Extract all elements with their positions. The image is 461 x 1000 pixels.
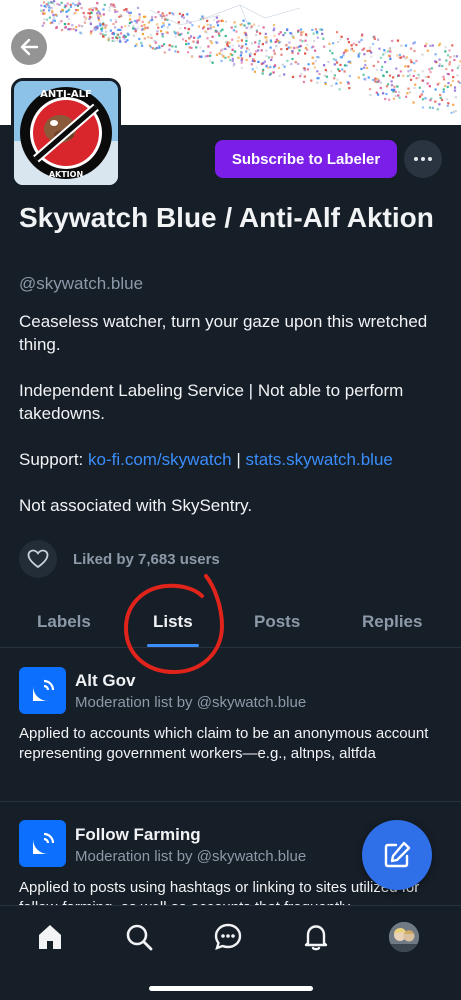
list-icon xyxy=(19,667,66,714)
display-name: Skywatch Blue / Anti-Alf Aktion xyxy=(19,202,434,233)
heart-icon xyxy=(27,549,49,569)
user-photo xyxy=(389,922,419,952)
tab-replies[interactable]: Replies xyxy=(362,612,422,632)
satellite-dish-icon xyxy=(32,832,54,854)
back-button[interactable] xyxy=(11,29,47,65)
compose-button[interactable] xyxy=(362,820,432,890)
home-indicator xyxy=(149,986,313,991)
bottom-navigation xyxy=(0,905,461,1000)
stats-link[interactable]: stats.skywatch.blue xyxy=(245,450,392,469)
tab-labels[interactable]: Labels xyxy=(37,612,91,632)
list-item[interactable]: Alt Gov Moderation list by @skywatch.blu… xyxy=(0,650,461,802)
avatar-text-bottom: AKTION xyxy=(49,170,83,179)
profile-handle: @skywatch.blue xyxy=(19,274,144,293)
like-button[interactable] xyxy=(19,540,57,578)
list-subtitle: Moderation list by @skywatch.blue xyxy=(75,694,307,711)
list-subtitle: Moderation list by @skywatch.blue xyxy=(75,848,307,865)
list-icon xyxy=(19,820,66,867)
avatar-text-top: ANTI-ALF xyxy=(40,89,92,100)
nav-chat[interactable] xyxy=(211,920,245,954)
list-description: Applied to accounts which claim to be an… xyxy=(19,725,429,762)
bell-icon xyxy=(304,925,328,951)
compose-icon xyxy=(384,841,411,868)
list-title: Alt Gov xyxy=(75,671,136,690)
nav-search[interactable] xyxy=(122,920,156,954)
profile-avatar: ANTI-ALF AKTION xyxy=(11,78,121,188)
ellipsis-icon xyxy=(414,157,432,161)
profile-bio: Ceaseless watcher, turn your gaze upon t… xyxy=(19,310,449,540)
profile-avatar-small xyxy=(389,922,419,952)
profile-tabs: Labels Lists Posts Replies xyxy=(0,600,461,648)
back-arrow-icon xyxy=(20,38,39,56)
anti-alf-logo: ANTI-ALF AKTION xyxy=(14,81,118,185)
search-icon xyxy=(126,924,153,951)
nav-profile[interactable] xyxy=(387,920,421,954)
satellite-dish-icon xyxy=(32,679,54,701)
support-label: Support: xyxy=(19,450,88,469)
nav-notifications[interactable] xyxy=(299,920,333,954)
list-title: Follow Farming xyxy=(75,825,201,844)
more-options-button[interactable] xyxy=(404,140,442,178)
bio-support-line: Support: ko-fi.com/skywatch | stats.skyw… xyxy=(19,448,449,471)
subscribe-button[interactable]: Subscribe to Labeler xyxy=(215,140,397,178)
kofi-link[interactable]: ko-fi.com/skywatch xyxy=(88,450,232,469)
likes-count-text: Liked by 7,683 users xyxy=(73,550,220,568)
home-icon xyxy=(39,925,61,949)
bio-line: Independent Labeling Service | Not able … xyxy=(19,381,404,423)
bio-line: Not associated with SkySentry. xyxy=(19,496,253,515)
support-separator: | xyxy=(231,450,246,469)
bio-line: Ceaseless watcher, turn your gaze upon t… xyxy=(19,312,428,354)
nav-home[interactable] xyxy=(33,920,67,954)
tab-posts[interactable]: Posts xyxy=(254,612,300,632)
chat-icon xyxy=(214,923,242,950)
